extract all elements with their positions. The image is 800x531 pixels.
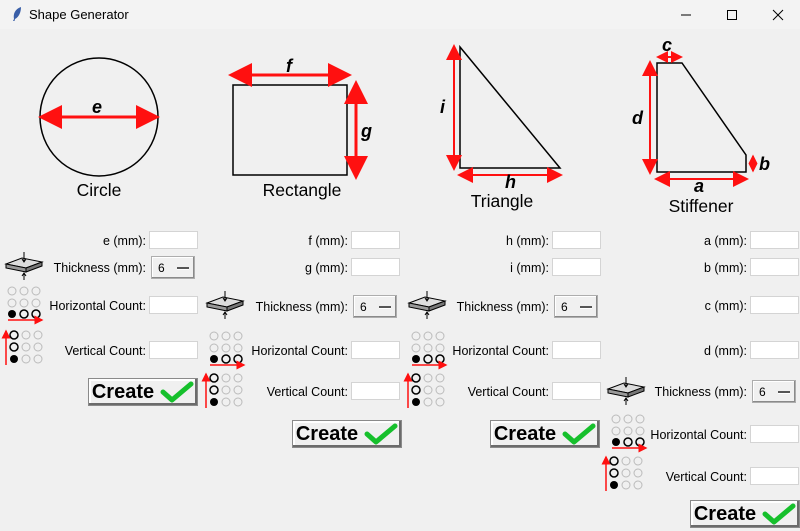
horizontal-count-icon (611, 414, 648, 453)
stiffener-vcount-label: Vertical Count: (665, 470, 747, 484)
rectangle-thickness-dropdown[interactable]: 6 (353, 295, 397, 318)
thickness-plate-icon (205, 291, 245, 319)
circle-create-button[interactable]: Create (88, 378, 198, 406)
minimize-icon (681, 14, 691, 15)
main-panel: e Circle e (mm): Thickness (mm): 6 Horiz… (0, 29, 800, 531)
rectangle-vcount-label: Vertical Count: (266, 385, 348, 399)
vertical-count-icon (403, 372, 445, 408)
stiffener-c-input[interactable] (750, 296, 799, 314)
circle-create-label: Create (91, 380, 155, 403)
triangle-hcount-input[interactable] (552, 341, 601, 359)
stiffener-vcount-input[interactable] (750, 467, 799, 485)
rectangle-thickness-value: 6 (360, 299, 367, 314)
circle-e-input[interactable] (149, 231, 198, 249)
rectangle-hcount-label: Horizontal Count: (251, 344, 348, 358)
stiffener-thickness-dropdown[interactable]: 6 (752, 380, 796, 403)
checkmark-icon (364, 423, 398, 445)
checkmark-icon (562, 423, 596, 445)
stiffener-dim-c: c (662, 35, 673, 55)
rectangle-dim-f: f (286, 56, 292, 76)
stiffener-hcount-label: Horizontal Count: (650, 428, 747, 442)
rectangle-title: Rectangle (262, 180, 342, 200)
circle-thickness-dropdown[interactable]: 6 (151, 256, 195, 279)
feather-icon (13, 7, 21, 21)
stiffener-hcount-input[interactable] (750, 425, 799, 443)
stiffener-b-input[interactable] (750, 258, 799, 276)
circle-hcount-label: Horizontal Count: (49, 299, 146, 313)
window-title: Shape Generator (29, 7, 129, 22)
minimize-button[interactable] (663, 0, 709, 29)
stiffener-thickness-label: Thickness (mm): (654, 385, 747, 399)
vertical-count-icon (601, 455, 643, 491)
triangle-thickness-label: Thickness (mm): (456, 300, 549, 314)
rectangle-hcount-input[interactable] (351, 341, 400, 359)
rectangle-diagram (228, 63, 368, 180)
title-bar: Shape Generator (0, 0, 800, 29)
stiffener-create-button[interactable]: Create (690, 500, 800, 528)
close-icon (772, 9, 784, 20)
rectangle-f-label: f (mm): (308, 234, 348, 248)
maximize-button[interactable] (709, 0, 755, 29)
stiffener-dim-d: d (632, 108, 643, 128)
close-button[interactable] (755, 0, 800, 29)
horizontal-count-icon (7, 286, 44, 325)
circle-e-label: e (mm): (102, 234, 146, 248)
horizontal-count-icon (209, 331, 246, 370)
thickness-plate-icon (4, 252, 44, 280)
rectangle-create-label: Create (295, 422, 359, 445)
rectangle-f-input[interactable] (351, 231, 400, 249)
circle-dim-e: e (92, 97, 103, 117)
stiffener-dim-b: b (759, 154, 770, 174)
stiffener-a-input[interactable] (750, 231, 799, 249)
stiffener-d-input[interactable] (750, 341, 799, 359)
stiffener-create-label: Create (693, 502, 757, 525)
rectangle-thickness-label: Thickness (mm): (255, 300, 348, 314)
rectangle-dim-g: g (361, 121, 372, 141)
triangle-dim-h: h (505, 172, 516, 192)
checkmark-icon (160, 381, 194, 403)
triangle-i-input[interactable] (552, 258, 601, 276)
circle-thickness-label: Thickness (mm): (53, 261, 146, 275)
rectangle-g-input[interactable] (351, 258, 400, 276)
vertical-count-icon (201, 372, 243, 408)
circle-vcount-label: Vertical Count: (64, 344, 146, 358)
stiffener-c-label: c (mm): (704, 299, 747, 313)
stiffener-b-label: b (mm): (703, 261, 747, 275)
circle-thickness-value: 6 (158, 260, 165, 275)
triangle-vcount-input[interactable] (552, 382, 601, 400)
stiffener-d-label: d (mm): (703, 344, 747, 358)
stiffener-dim-a: a (694, 176, 705, 196)
triangle-create-button[interactable]: Create (490, 420, 600, 448)
triangle-title: Triangle (470, 191, 534, 211)
circle-diagram (38, 57, 160, 177)
triangle-i-label: i (mm): (510, 261, 549, 275)
thickness-plate-icon (606, 377, 646, 405)
rectangle-create-button[interactable]: Create (292, 420, 402, 448)
maximize-icon (727, 9, 737, 20)
circle-hcount-input[interactable] (149, 296, 198, 314)
stiffener-diagram (642, 51, 758, 187)
stiffener-thickness-value: 6 (759, 384, 766, 399)
checkmark-icon (762, 503, 796, 525)
triangle-thickness-dropdown[interactable]: 6 (554, 295, 598, 318)
triangle-dim-i: i (440, 97, 446, 117)
stiffener-a-label: a (mm): (703, 234, 747, 248)
horizontal-count-icon (411, 331, 448, 370)
stiffener-title: Stiffener (668, 196, 734, 216)
triangle-h-label: h (mm): (505, 234, 549, 248)
triangle-hcount-label: Horizontal Count: (452, 344, 549, 358)
triangle-vcount-label: Vertical Count: (467, 385, 549, 399)
circle-title: Circle (76, 180, 122, 200)
rectangle-g-label: g (mm): (304, 261, 348, 275)
rectangle-vcount-input[interactable] (351, 382, 400, 400)
triangle-thickness-value: 6 (561, 299, 568, 314)
vertical-count-icon (1, 329, 43, 365)
triangle-h-input[interactable] (552, 231, 601, 249)
thickness-plate-icon (407, 291, 447, 319)
circle-vcount-input[interactable] (149, 341, 198, 359)
triangle-create-label: Create (493, 422, 557, 445)
